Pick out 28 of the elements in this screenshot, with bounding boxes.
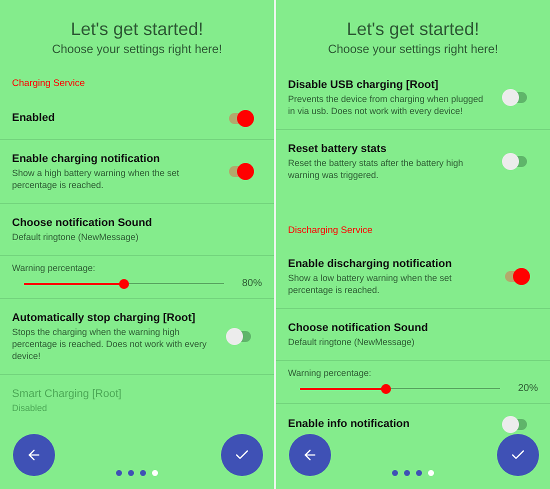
setting-description: Reset the battery stats after the battery high warning was triggered. bbox=[288, 157, 464, 181]
setting-title: Enabled bbox=[12, 111, 55, 126]
setting-description: Prevents the device from charging when plugged in via usb. Does not work with every device! bbox=[288, 93, 484, 117]
setting-title: Reset battery stats bbox=[288, 142, 388, 157]
page-title: Let's get started! bbox=[70, 18, 204, 40]
slider-value: 80% bbox=[240, 277, 262, 291]
setting-description: Stops the charging when the warning high percentage is reached. Does not work with every device! bbox=[12, 326, 208, 362]
setting-title: Disable USB charging [Root] bbox=[288, 78, 440, 93]
setting-item[interactable]: Choose notification Sound Default ringtone (NewMessage) bbox=[276, 309, 550, 361]
back-button[interactable] bbox=[289, 434, 331, 476]
setting-item[interactable]: Choose notification Sound Default ringtone (NewMessage) bbox=[0, 204, 274, 256]
setting-title: Automatically stop charging [Root] bbox=[12, 310, 196, 326]
setting-title: Enable charging notification bbox=[12, 152, 161, 167]
confirm-button[interactable] bbox=[497, 434, 539, 476]
page-subtitle: Choose your settings right here! bbox=[52, 41, 222, 58]
setting-description: Show a high battery warning when the set percentage is reached. bbox=[12, 167, 180, 191]
slider-value: 20% bbox=[516, 382, 538, 396]
back-button[interactable] bbox=[13, 434, 55, 476]
slider-label: Warning percentage: bbox=[288, 367, 372, 380]
setting-description: Show a low battery warning when the set percentage is reached. bbox=[288, 272, 453, 296]
slider-label: Warning percentage: bbox=[12, 262, 96, 275]
page-title: Let's get started! bbox=[346, 18, 480, 40]
section-header: Discharging Service bbox=[288, 225, 372, 236]
setting-title: Enable discharging notification bbox=[288, 257, 453, 272]
confirm-button[interactable] bbox=[221, 434, 263, 476]
page-subtitle: Choose your settings right here! bbox=[328, 41, 498, 58]
section-header: Charging Service bbox=[12, 78, 85, 89]
setting-title: Enable info notification bbox=[288, 416, 410, 432]
